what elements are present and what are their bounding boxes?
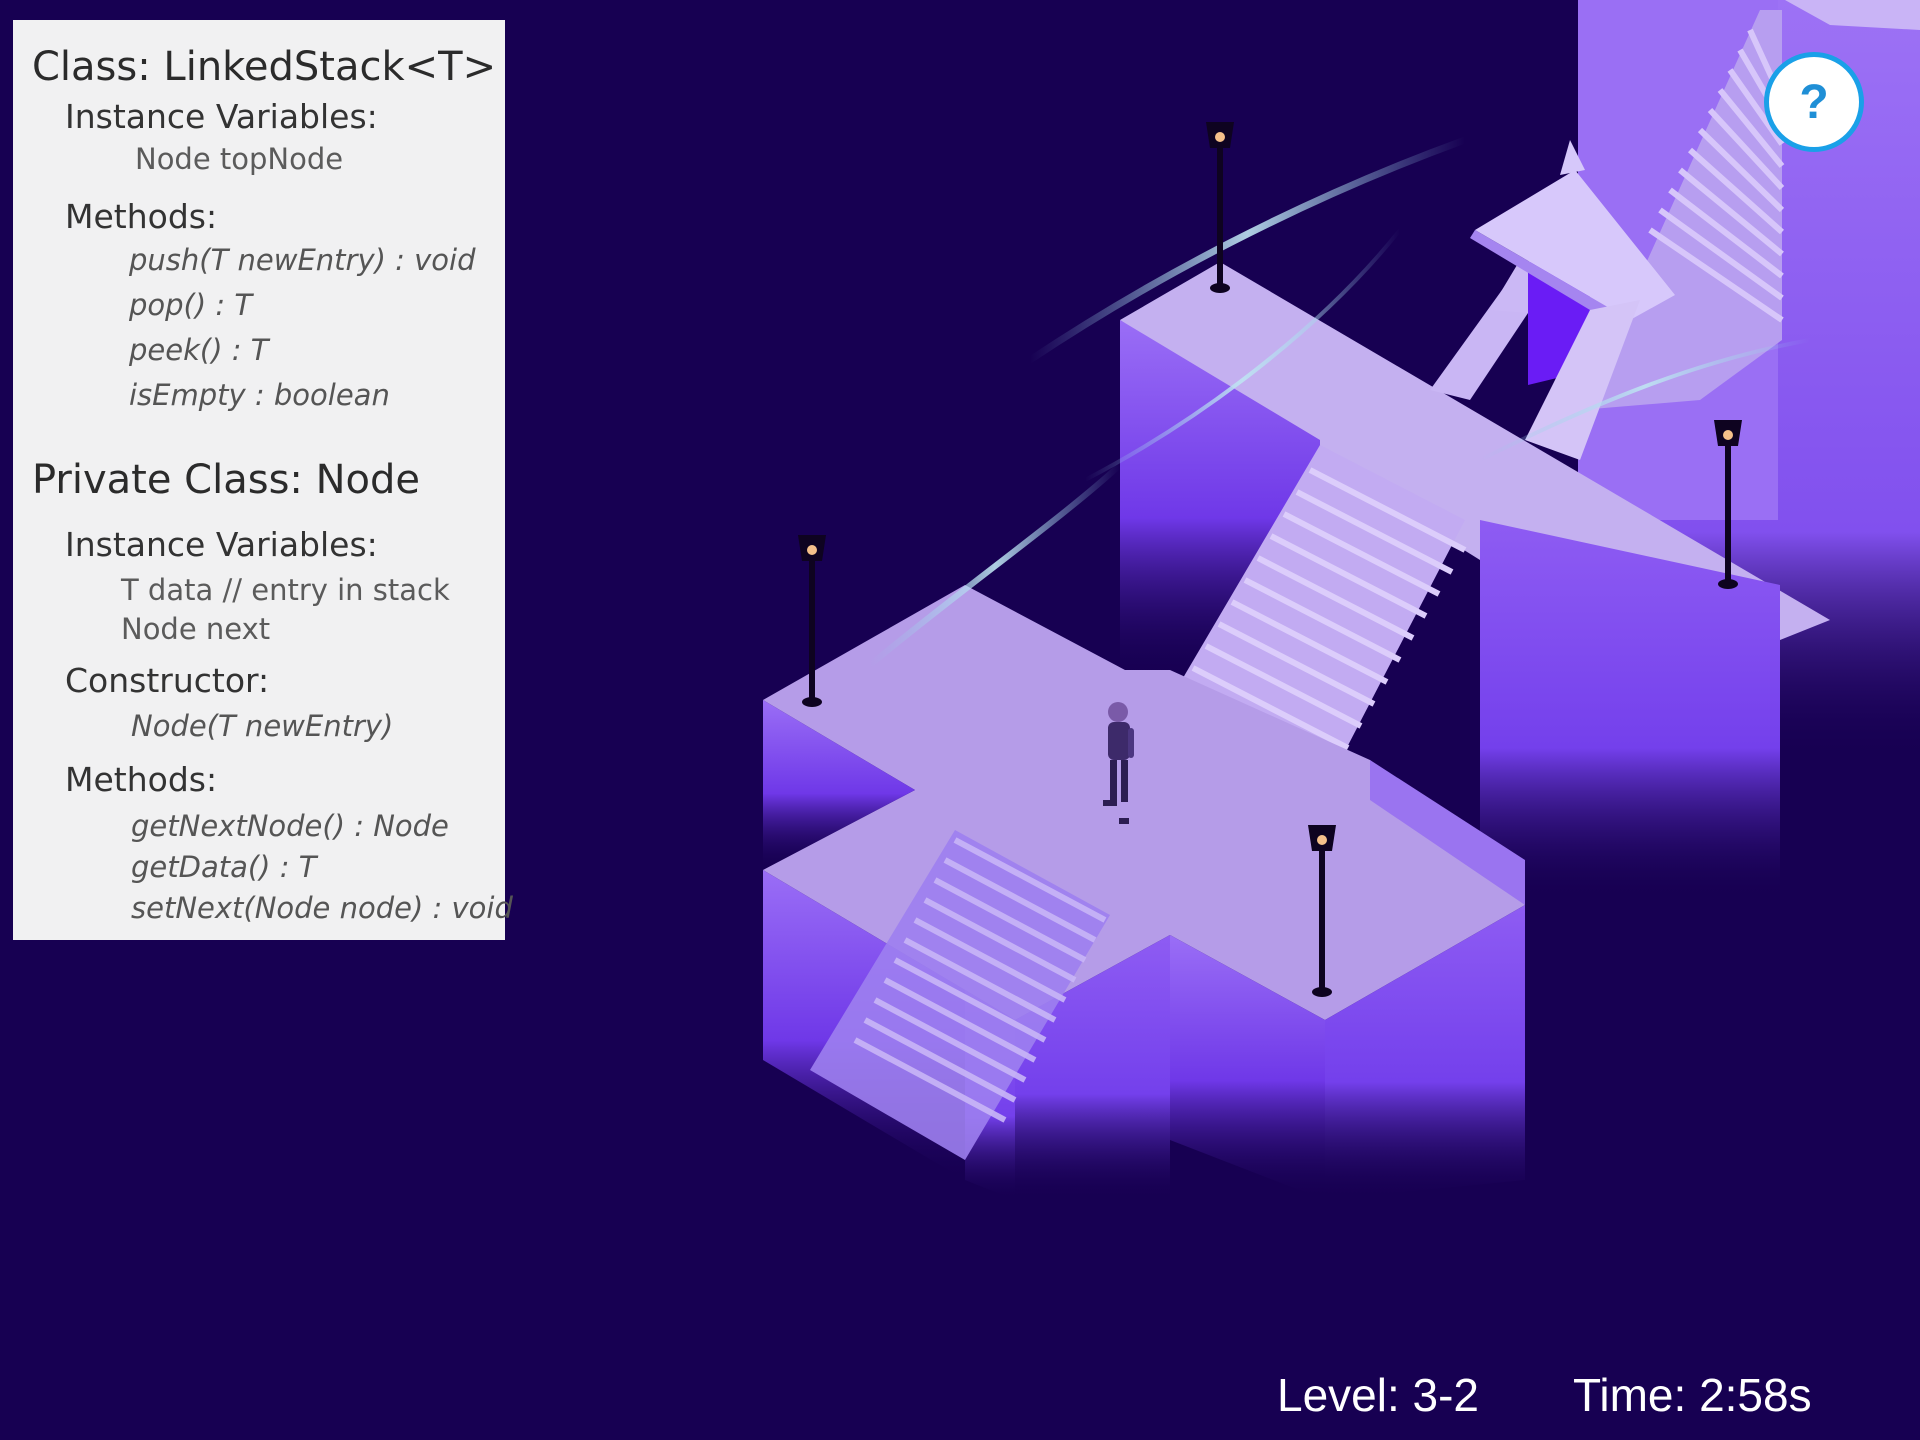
class-info-panel: Class: LinkedStack<T> Instance Variables… <box>13 20 513 940</box>
node-instance-variable: T data // entry in stack <box>121 573 450 607</box>
node-instance-variables-heading: Instance Variables: <box>65 525 378 564</box>
node-method: setNext(Node node) : void <box>131 891 513 925</box>
class-instance-variables-heading: Instance Variables: <box>65 97 378 136</box>
lamp-post <box>1206 122 1234 293</box>
help-button[interactable]: ? <box>1764 52 1864 152</box>
class-methods-heading: Methods: <box>65 197 218 236</box>
node-instance-variable: Node next <box>121 612 271 646</box>
class-title: Class: LinkedStack<T> <box>32 44 497 90</box>
node-method: getNextNode() : Node <box>131 809 449 843</box>
node-method: getData() : T <box>131 850 317 884</box>
question-mark-icon: ? <box>1799 75 1829 129</box>
class-method: peek() : T <box>129 333 269 367</box>
level-indicator: Level: 3-2 <box>1277 1369 1480 1421</box>
node-constructor-heading: Constructor: <box>65 661 270 700</box>
node-constructor: Node(T newEntry) <box>131 709 394 743</box>
class-instance-variable: Node topNode <box>135 142 344 176</box>
node-methods-heading: Methods: <box>65 760 218 799</box>
class-method: push(T newEntry) : void <box>129 243 476 277</box>
node-class-title: Private Class: Node <box>32 457 420 503</box>
class-method: pop() : T <box>129 288 253 322</box>
time-indicator: Time: 2:58s <box>1573 1369 1812 1421</box>
class-method: isEmpty : boolean <box>129 378 390 412</box>
